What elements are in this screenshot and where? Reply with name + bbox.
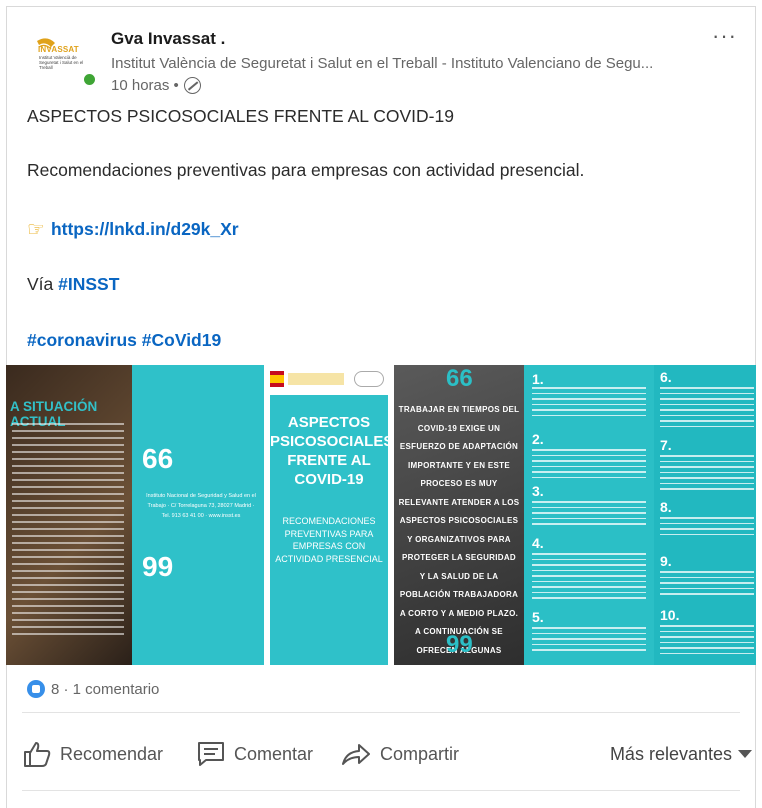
cover-box: ASPECTOS PSICOSOCIALES FRENTE AL COVID-1…	[270, 395, 394, 665]
action-bar: Recomendar Comentar Compartir Más releva…	[22, 728, 752, 782]
pointing-hand-icon: ☞	[27, 219, 45, 241]
quote-open: 66	[142, 443, 174, 474]
online-status-icon	[82, 72, 97, 87]
post-headline: ASPECTOS PSICOSOCIALES FRENTE AL COVID-1…	[27, 106, 454, 126]
government-logos	[270, 369, 388, 391]
cover-title: ASPECTOS PSICOSOCIALES FRENTE AL COVID-1…	[270, 414, 394, 488]
spain-flag-icon	[270, 371, 284, 387]
caret-down-icon	[738, 750, 752, 758]
more-options-button[interactable]: ···	[712, 23, 737, 49]
rec-number: 9.	[660, 553, 672, 569]
divider	[22, 712, 740, 713]
via-prefix: Vía	[27, 274, 59, 294]
thumbs-up-icon	[24, 742, 51, 767]
like-button[interactable]: Recomendar	[22, 728, 163, 780]
panel-contact: 66 Instituto Nacional de Seguridad y Sal…	[132, 365, 264, 665]
post-link-row: ☞ https://lnkd.in/d29k_Xr	[27, 217, 239, 242]
like-reaction-icon	[27, 680, 45, 698]
org-address: Instituto Nacional de Seguridad y Salud …	[146, 493, 256, 519]
author-subtitle: Institut València de Seguretat i Salut e…	[111, 55, 654, 72]
rec-number: 7.	[660, 437, 672, 453]
rec-number: 2.	[532, 431, 544, 447]
panel-situacion: A SITUACIÓN ACTUAL	[6, 365, 132, 665]
rec-number: 5.	[532, 609, 544, 625]
logo-subtext: Institut Valencià de Seguretat i Salut e…	[39, 55, 84, 70]
cover-subtitle: RECOMENDACIONES PREVENTIVAS PARA EMPRESA…	[275, 516, 383, 564]
rec-number: 1.	[532, 371, 544, 387]
quote-close: 99	[446, 631, 473, 658]
quote-open: 66	[446, 365, 473, 392]
post-description: Recomendaciones preventivas para empresa…	[27, 160, 585, 180]
hashtag-row: #coronavirus #CoVid19	[27, 330, 221, 351]
ministry-logo	[288, 373, 344, 385]
post-link[interactable]: https://lnkd.in/d29k_Xr	[51, 219, 239, 240]
comment-icon	[198, 742, 224, 766]
sort-label: Más relevantes	[609, 743, 732, 764]
author-name[interactable]: Gva Invassat .	[111, 29, 225, 49]
panel-text-lines	[12, 423, 124, 640]
comment-label: Comentar	[234, 743, 314, 764]
hashtag-insst[interactable]: #INSST	[58, 274, 119, 294]
reactions-summary[interactable]: 8 · 1 comentario	[27, 680, 159, 698]
panel-intro: 66 TRABAJAR EN TIEMPOS DEL COVID-19 EXIG…	[394, 365, 524, 665]
hashtag-covid19[interactable]: #CoVid19	[142, 330, 221, 350]
via-row: Vía #INSST	[27, 274, 119, 295]
share-arrow-icon	[342, 744, 370, 765]
logo-word: INVASSAT	[38, 45, 79, 54]
rec-number: 8.	[660, 499, 672, 515]
rec-number: 10.	[660, 607, 680, 623]
share-button[interactable]: Compartir	[340, 728, 459, 780]
rec-number: 6.	[660, 369, 672, 385]
like-label: Recomendar	[60, 743, 164, 764]
sort-dropdown[interactable]: Más relevantes	[610, 728, 752, 780]
intro-text: TRABAJAR EN TIEMPOS DEL COVID-19 EXIGE U…	[398, 405, 520, 665]
rec-number: 3.	[532, 483, 544, 499]
divider	[22, 790, 740, 791]
globe-icon	[183, 77, 201, 94]
comment-button[interactable]: Comentar	[196, 728, 313, 780]
insst-logo	[354, 371, 384, 387]
panel-cover: ASPECTOS PSICOSOCIALES FRENTE AL COVID-1…	[264, 365, 394, 665]
post-image[interactable]: A SITUACIÓN ACTUAL 66 Instituto Nacional…	[6, 365, 756, 665]
panel-recommendations-1: 1. 2. 3. 4. 5.	[524, 365, 654, 665]
quote-close: 99	[142, 551, 174, 582]
post-time: 10 horas •	[111, 77, 179, 94]
hashtag-coronavirus[interactable]: #coronavirus	[27, 330, 137, 350]
panel-recommendations-2: 6. 7. 8. 9. 10.	[654, 365, 756, 665]
post-meta: 10 horas •	[111, 77, 201, 94]
rec-number: 4.	[532, 535, 544, 551]
share-label: Compartir	[380, 743, 460, 764]
reactions-count: 8 · 1 comentario	[51, 680, 160, 698]
